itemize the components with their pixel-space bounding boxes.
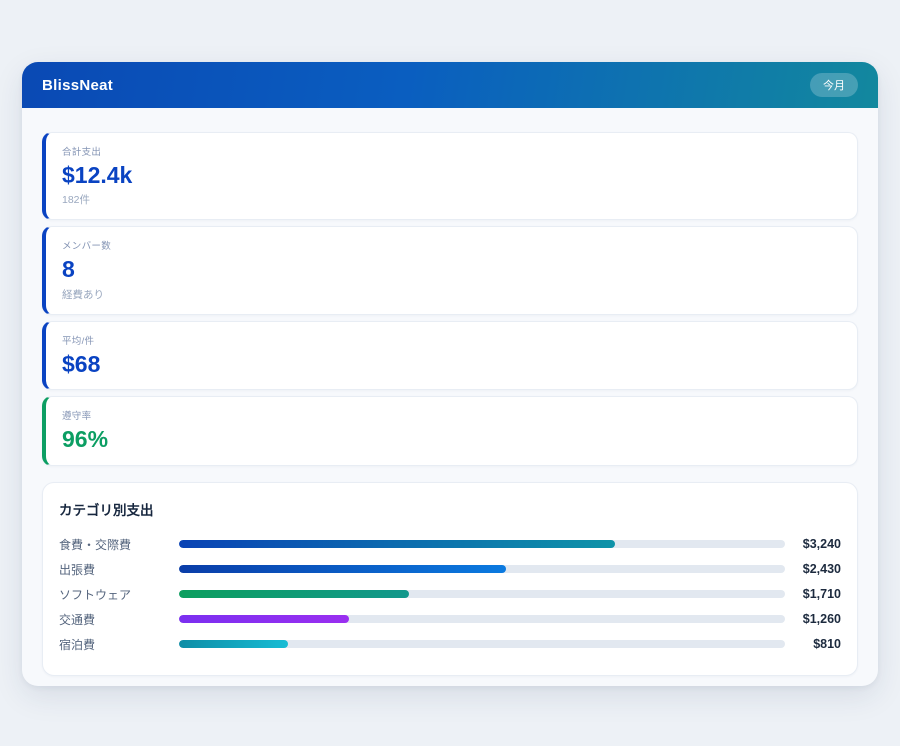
stat-card-member-count: メンバー数 8 経費あり xyxy=(42,226,858,314)
stat-value: $68 xyxy=(62,351,841,377)
bar-fill xyxy=(179,540,615,548)
category-amount: $1,260 xyxy=(785,612,841,626)
category-label: ソフトウェア xyxy=(59,586,179,603)
bar-track xyxy=(179,615,785,623)
stat-value: 8 xyxy=(62,256,841,282)
category-amount: $810 xyxy=(785,637,841,651)
category-row: 交通費 $1,260 xyxy=(59,607,841,632)
dashboard-content: 合計支出 $12.4k 182件 メンバー数 8 経費あり 平均/件 $68 遵… xyxy=(22,108,878,686)
bar-track xyxy=(179,540,785,548)
stat-label: メンバー数 xyxy=(62,238,841,252)
stat-subtext: 182件 xyxy=(62,192,841,207)
stat-value: $12.4k xyxy=(62,162,841,188)
category-label: 出張費 xyxy=(59,561,179,578)
category-row: 出張費 $2,430 xyxy=(59,557,841,582)
category-row: ソフトウェア $1,710 xyxy=(59,582,841,607)
bar-fill xyxy=(179,565,506,573)
stat-label: 合計支出 xyxy=(62,144,841,158)
category-spend-card: カテゴリ別支出 食費・交際費 $3,240 出張費 $2,430 ソフトウェア … xyxy=(42,482,858,676)
stat-card-compliance-rate: 遵守率 96% xyxy=(42,396,858,465)
category-amount: $2,430 xyxy=(785,562,841,576)
app-title: BlissNeat xyxy=(42,77,113,94)
stat-card-total-spend: 合計支出 $12.4k 182件 xyxy=(42,132,858,220)
bar-track xyxy=(179,640,785,648)
section-title: カテゴリ別支出 xyxy=(59,499,841,519)
category-label: 交通費 xyxy=(59,611,179,628)
stat-value: 96% xyxy=(62,426,841,452)
category-amount: $3,240 xyxy=(785,537,841,551)
category-amount: $1,710 xyxy=(785,587,841,601)
category-label: 食費・交際費 xyxy=(59,536,179,553)
bar-track xyxy=(179,565,785,573)
bar-fill xyxy=(179,640,288,648)
category-row: 食費・交際費 $3,240 xyxy=(59,532,841,557)
app-header: BlissNeat 今月 xyxy=(22,62,878,108)
stat-card-average-per-item: 平均/件 $68 xyxy=(42,321,858,390)
stat-label: 平均/件 xyxy=(62,333,841,347)
category-label: 宿泊費 xyxy=(59,636,179,653)
bar-track xyxy=(179,590,785,598)
category-row: 宿泊費 $810 xyxy=(59,632,841,657)
dashboard-panel: BlissNeat 今月 合計支出 $12.4k 182件 メンバー数 8 経費… xyxy=(22,62,878,686)
bar-fill xyxy=(179,590,409,598)
bar-fill xyxy=(179,615,349,623)
stat-subtext: 経費あり xyxy=(62,287,841,302)
period-badge[interactable]: 今月 xyxy=(810,73,858,97)
stat-label: 遵守率 xyxy=(62,408,841,422)
